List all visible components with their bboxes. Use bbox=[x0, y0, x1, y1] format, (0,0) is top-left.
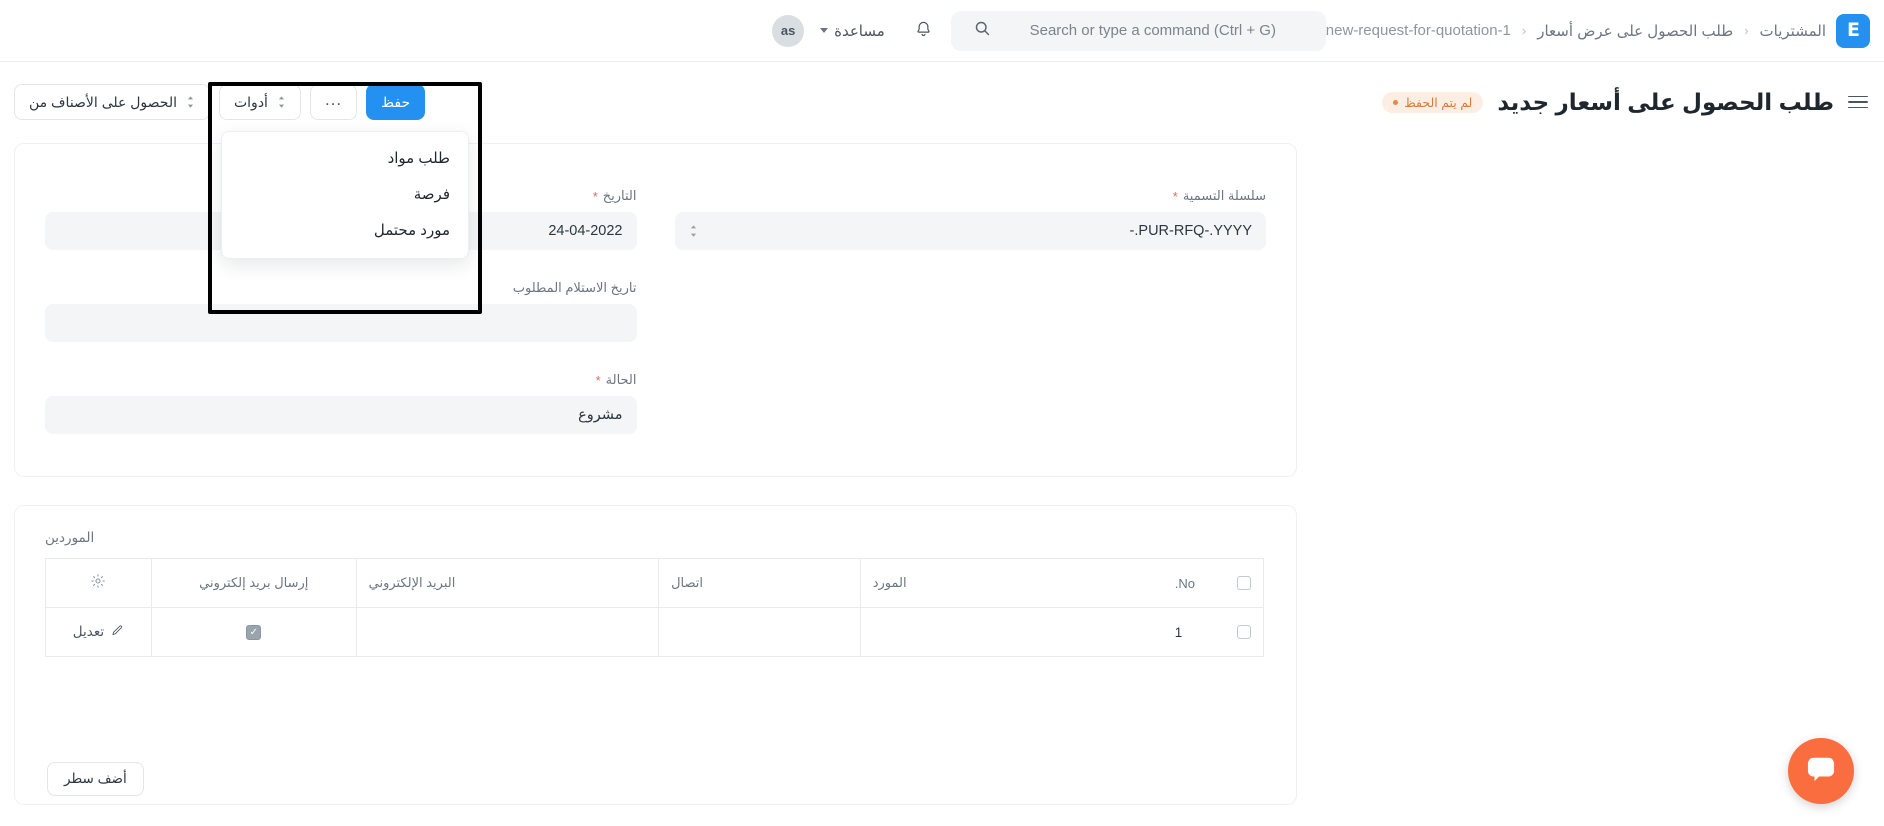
get-items-from-label: الحصول على الأصناف من bbox=[29, 93, 177, 110]
navbar-right-group: E المشتريات ‹ طلب الحصول على عرض أسعار ‹… bbox=[1326, 13, 1884, 48]
row-select-checkbox[interactable] bbox=[1237, 625, 1251, 639]
field-status: الحالة * مشروع bbox=[45, 372, 637, 434]
column-header-contact: اتصال bbox=[658, 558, 861, 608]
avatar[interactable]: as bbox=[772, 14, 805, 47]
tools-label: أدوات bbox=[233, 93, 268, 110]
notifications-button[interactable] bbox=[907, 14, 941, 48]
search-icon bbox=[974, 20, 991, 42]
page-title-block: طلب الحصول على أسعار جديد لم يتم الحفظ bbox=[1382, 89, 1884, 116]
page-toolbar: طلب الحصول على أسعار جديد لم يتم الحفظ ح… bbox=[0, 62, 1884, 142]
pencil-icon bbox=[111, 624, 124, 640]
breadcrumb-item-rfq[interactable]: طلب الحصول على عرض أسعار bbox=[1537, 22, 1733, 40]
suppliers-section-card: الموردين No. المورد اتصال البريد الإلكتر… bbox=[14, 505, 1297, 805]
field-schedule-date: تاريخ الاستلام المطلوب bbox=[45, 280, 637, 342]
required-asterisk: * bbox=[1172, 188, 1178, 204]
schedule-date-label-text: تاريخ الاستلام المطلوب bbox=[512, 280, 637, 295]
suppliers-table: No. المورد اتصال البريد الإلكتروني إرسال… bbox=[45, 558, 1264, 657]
schedule-date-input[interactable] bbox=[45, 304, 637, 342]
suppliers-table-body: 1 ✓ تعديل bbox=[45, 607, 1264, 657]
field-label-status: الحالة * bbox=[45, 372, 637, 388]
status-dot-icon bbox=[1393, 99, 1399, 105]
tools-select-button[interactable]: أدوات bbox=[218, 84, 301, 120]
cell-contact[interactable] bbox=[658, 607, 861, 657]
bell-icon bbox=[914, 20, 933, 42]
cell-row-no: 1 bbox=[1163, 608, 1264, 657]
naming-series-input[interactable]: PUR-RFQ-.YYYY.- bbox=[674, 212, 1266, 250]
column-header-settings[interactable] bbox=[45, 558, 152, 608]
avatar-initials: as bbox=[780, 23, 796, 38]
select-all-checkbox[interactable] bbox=[1237, 576, 1251, 590]
add-row-button[interactable]: أضف سطر bbox=[47, 762, 144, 796]
form-grid: سلسلة التسمية * PUR-RFQ-.YYYY.- التاريخ … bbox=[15, 144, 1296, 464]
status-input[interactable]: مشروع bbox=[45, 396, 637, 434]
edit-row-label: تعديل bbox=[72, 624, 105, 639]
cell-email[interactable] bbox=[355, 607, 659, 657]
suppliers-section-title: الموردين bbox=[45, 530, 95, 545]
field-naming-series: سلسلة التسمية * PUR-RFQ-.YYYY.- bbox=[674, 188, 1266, 250]
status-badge-label: لم يتم الحفظ bbox=[1404, 95, 1473, 110]
field-label-schedule-date: تاريخ الاستلام المطلوب bbox=[45, 280, 637, 296]
column-header-supplier: المورد bbox=[859, 558, 1163, 608]
search-input[interactable] bbox=[1002, 22, 1303, 39]
cell-edit[interactable]: تعديل bbox=[45, 607, 152, 657]
column-header-email: البريد الإلكتروني bbox=[355, 558, 659, 608]
breadcrumb-item-purchasing[interactable]: المشتريات bbox=[1760, 22, 1826, 40]
column-header-no: No. bbox=[1162, 558, 1264, 608]
table-header-row: No. المورد اتصال البريد الإلكتروني إرسال… bbox=[45, 558, 1264, 608]
toolbar-actions: حفظ ... أدوات الحصول على الأصناف من bbox=[0, 84, 426, 120]
dropdown-item-material-request[interactable]: طلب مواد bbox=[222, 140, 468, 176]
help-dropdown[interactable]: مساعدة bbox=[814, 18, 897, 44]
help-text: مساعدة bbox=[834, 22, 885, 40]
navbar-left-group: مساعدة as bbox=[756, 10, 1326, 51]
suppliers-table-head: No. المورد اتصال البريد الإلكتروني إرسال… bbox=[45, 558, 1264, 608]
cell-supplier[interactable] bbox=[859, 607, 1163, 657]
search-bar[interactable] bbox=[950, 10, 1326, 51]
column-header-no-label: No. bbox=[1174, 575, 1195, 591]
more-menu-button[interactable]: ... bbox=[309, 84, 358, 120]
breadcrumb-separator: ‹ bbox=[1521, 23, 1527, 38]
top-navbar: E المشتريات ‹ طلب الحصول على عرض أسعار ‹… bbox=[0, 0, 1884, 62]
send-email-checkbox[interactable]: ✓ bbox=[246, 624, 262, 640]
chat-bubble-icon bbox=[1806, 755, 1836, 788]
chevron-down-icon bbox=[820, 28, 829, 33]
table-row[interactable]: 1 ✓ تعديل bbox=[45, 607, 1264, 657]
updown-icon[interactable] bbox=[689, 224, 698, 238]
naming-series-value: PUR-RFQ-.YYYY.- bbox=[1129, 223, 1252, 239]
form-column-right: سلسلة التسمية * PUR-RFQ-.YYYY.- bbox=[674, 188, 1266, 464]
app-logo[interactable]: E bbox=[1836, 13, 1870, 48]
transaction-date-label-text: التاريخ bbox=[602, 188, 637, 203]
edit-row-button[interactable]: تعديل bbox=[58, 624, 139, 640]
get-items-from-select[interactable]: الحصول على الأصناف من bbox=[14, 84, 210, 120]
breadcrumb-separator: ‹ bbox=[1744, 23, 1749, 38]
updown-icon bbox=[277, 95, 286, 109]
save-button[interactable]: حفظ bbox=[366, 84, 426, 120]
dropdown-item-possible-supplier[interactable]: مورد محتمل bbox=[222, 212, 468, 248]
status-label-text: الحالة bbox=[605, 372, 637, 387]
logo-glyph: E bbox=[1847, 19, 1860, 41]
sidebar-toggle-icon[interactable] bbox=[1848, 95, 1868, 109]
column-header-send-email: إرسال بريد إلكتروني bbox=[150, 558, 357, 608]
breadcrumb: المشتريات ‹ طلب الحصول على عرض أسعار ‹ n… bbox=[1326, 22, 1826, 40]
breadcrumb-item-current[interactable]: new-request-for-quotation-1 bbox=[1326, 22, 1511, 39]
field-label-naming-series: سلسلة التسمية * bbox=[675, 188, 1266, 204]
get-items-from-dropdown-menu[interactable]: طلب مواد فرصة مورد محتمل bbox=[221, 131, 469, 259]
cell-send-email[interactable]: ✓ bbox=[150, 607, 357, 657]
dropdown-item-opportunity[interactable]: فرصة bbox=[222, 176, 468, 212]
required-asterisk: * bbox=[592, 188, 598, 204]
row-no-value: 1 bbox=[1174, 624, 1183, 640]
gear-icon[interactable] bbox=[90, 574, 106, 593]
updown-icon bbox=[186, 95, 195, 109]
status-badge: لم يتم الحفظ bbox=[1382, 91, 1484, 113]
required-asterisk: * bbox=[595, 372, 601, 388]
status-value: مشروع bbox=[578, 407, 623, 423]
form-section-card: سلسلة التسمية * PUR-RFQ-.YYYY.- التاريخ … bbox=[14, 143, 1297, 477]
naming-series-label-text: سلسلة التسمية bbox=[1182, 188, 1266, 203]
page-title: طلب الحصول على أسعار جديد bbox=[1497, 88, 1834, 115]
chat-widget-button[interactable] bbox=[1788, 738, 1854, 804]
